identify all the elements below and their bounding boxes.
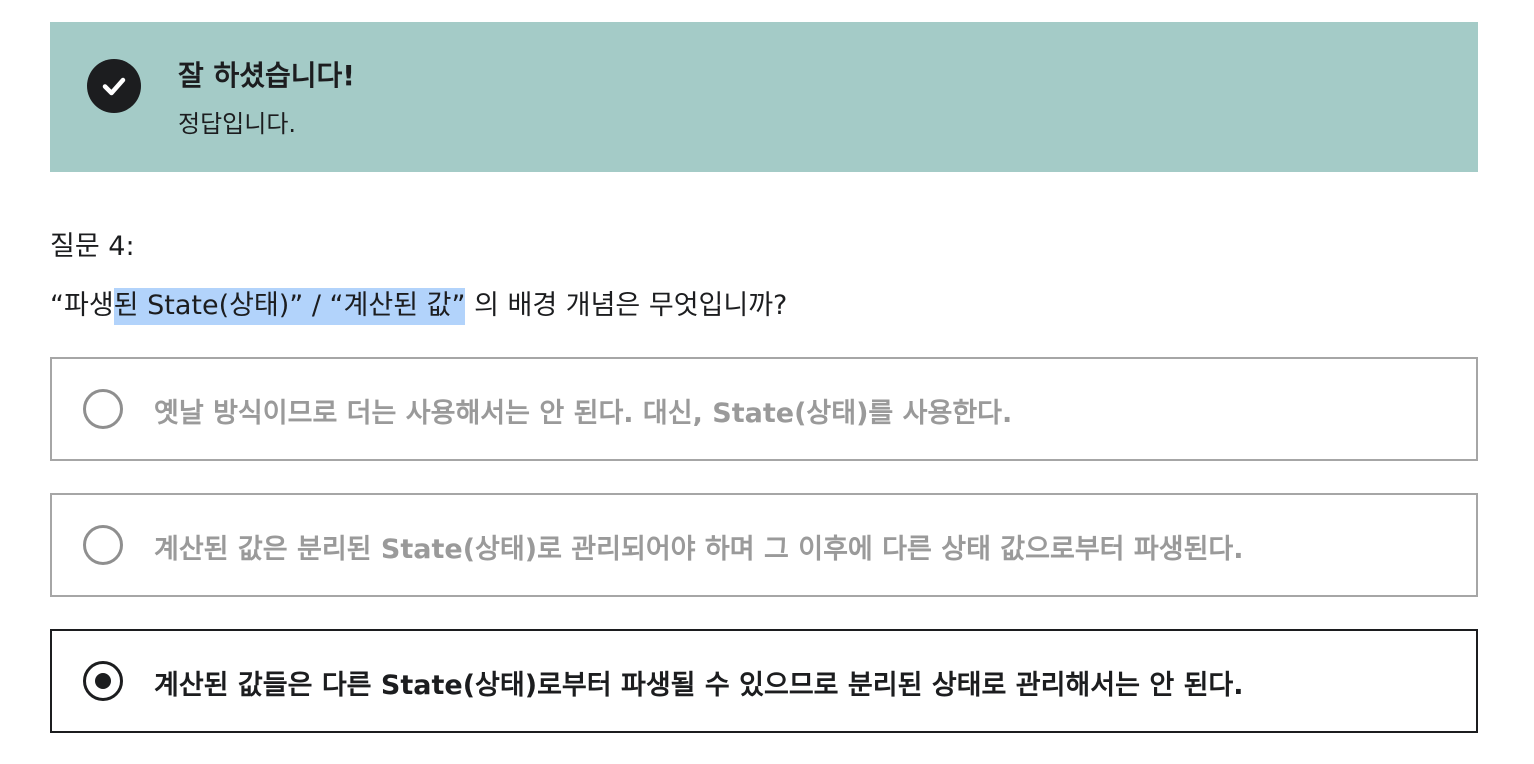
answer-option-3[interactable]: 계산된 값들은 다른 State(상태)로부터 파생될 수 있으므로 분리된 상… bbox=[50, 629, 1478, 733]
alert-subtitle: 정답입니다. bbox=[178, 110, 297, 138]
answer-option-label: 옛날 방식이므로 더는 사용해서는 안 된다. 대신, State(상태)를 사… bbox=[154, 398, 1013, 429]
success-alert: 잘 하셨습니다! 정답입니다. bbox=[50, 22, 1478, 172]
radio-button-selected[interactable] bbox=[83, 661, 123, 701]
question-text: “파생된 State(상태)” / “계산된 값” 의 배경 개념은 무엇입니까… bbox=[50, 283, 788, 325]
answer-option-label: 계산된 값은 분리된 State(상태)로 관리되어야 하며 그 이후에 다른 … bbox=[154, 534, 1244, 565]
check-circle-icon bbox=[87, 59, 141, 113]
radio-selected-dot bbox=[95, 673, 111, 689]
alert-title: 잘 하셨습니다! bbox=[178, 59, 356, 92]
question-text-start: “파생 bbox=[50, 290, 114, 321]
answer-option-label: 계산된 값들은 다른 State(상태)로부터 파생될 수 있으므로 분리된 상… bbox=[154, 670, 1244, 701]
radio-button[interactable] bbox=[83, 525, 123, 565]
answer-option-2[interactable]: 계산된 값은 분리된 State(상태)로 관리되어야 하며 그 이후에 다른 … bbox=[50, 493, 1478, 597]
question-text-selection: 된 State(상태)” / “계산된 값” bbox=[113, 288, 466, 325]
radio-button[interactable] bbox=[83, 389, 123, 429]
answer-option-1[interactable]: 옛날 방식이므로 더는 사용해서는 안 된다. 대신, State(상태)를 사… bbox=[50, 357, 1478, 461]
question-number: 질문 4: bbox=[50, 231, 135, 262]
question-text-end: 의 배경 개념은 무엇입니까? bbox=[465, 290, 788, 321]
